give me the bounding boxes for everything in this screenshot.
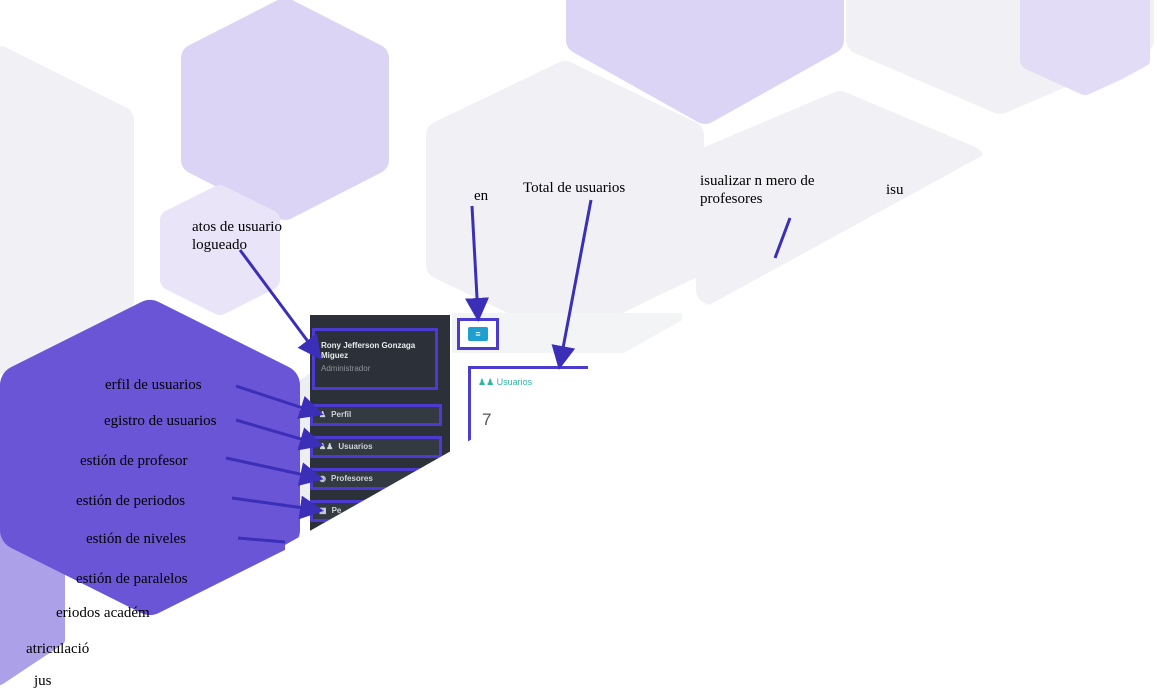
hex-shape: [0, 46, 134, 374]
label-parallel-mgmt: estión de paralelos: [76, 571, 188, 587]
user-role: Administrador: [321, 364, 371, 373]
label-total-users: Total de usuarios: [523, 180, 626, 196]
users-icon: ♟♟: [478, 377, 497, 387]
hex-shape: [181, 0, 389, 220]
sidebar-item-label: Profesores: [330, 474, 373, 483]
logged-user-panel: Rony Jefferson Gonzaga Miguez Administra…: [312, 328, 438, 390]
card-value: 7: [482, 410, 492, 429]
label-teacher-mgmt: estión de profesor: [80, 453, 188, 469]
user-icon: ♟: [319, 410, 327, 419]
users-icon: ♟♟: [319, 442, 334, 451]
card-title-label: Usuarios: [496, 377, 533, 387]
sidebar-item-perfil[interactable]: ♟ Perfil: [310, 404, 442, 426]
calendar-icon: ▦: [319, 506, 327, 515]
label-academic-periods: eriodos académ: [56, 605, 150, 621]
label-view-teachers: isualizar n mero de profesores: [700, 173, 815, 207]
hex-shape: [696, 91, 984, 359]
sidebar-item-label: Perfil: [331, 410, 352, 419]
label-user-registry: egistro de usuarios: [104, 413, 217, 429]
sidebar-item-periodos[interactable]: ▦ Pe: [310, 500, 442, 522]
hex-shape: [1020, 0, 1150, 95]
user-circle-icon: ◉: [319, 474, 326, 483]
sidebar-item-usuarios[interactable]: ♟♟ Usuarios: [310, 436, 442, 458]
label-menu: en: [474, 188, 489, 204]
label-logged-user: atos de usuario logueado: [192, 219, 282, 253]
label-level-mgmt: estión de niveles: [86, 531, 186, 547]
label-profile: erfil de usuarios: [105, 377, 202, 393]
sidebar-item-label: Pe: [331, 506, 342, 515]
menu-toggle-button[interactable]: ≡: [457, 318, 499, 350]
label-enrollment: atriculació: [26, 641, 90, 657]
sidebar-item-label: Usuarios: [338, 442, 373, 451]
user-name: Rony Jefferson Gonzaga Miguez: [321, 341, 416, 360]
card-title: ♟♟ Usuarios: [478, 377, 532, 388]
label-jus: jus: [34, 673, 52, 689]
label-isu: isu: [886, 182, 904, 198]
label-period-mgmt: estión de periodos: [76, 493, 186, 509]
sidebar-item-profesores[interactable]: ◉ Profesores: [310, 468, 442, 490]
hamburger-icon: ≡: [468, 327, 488, 341]
